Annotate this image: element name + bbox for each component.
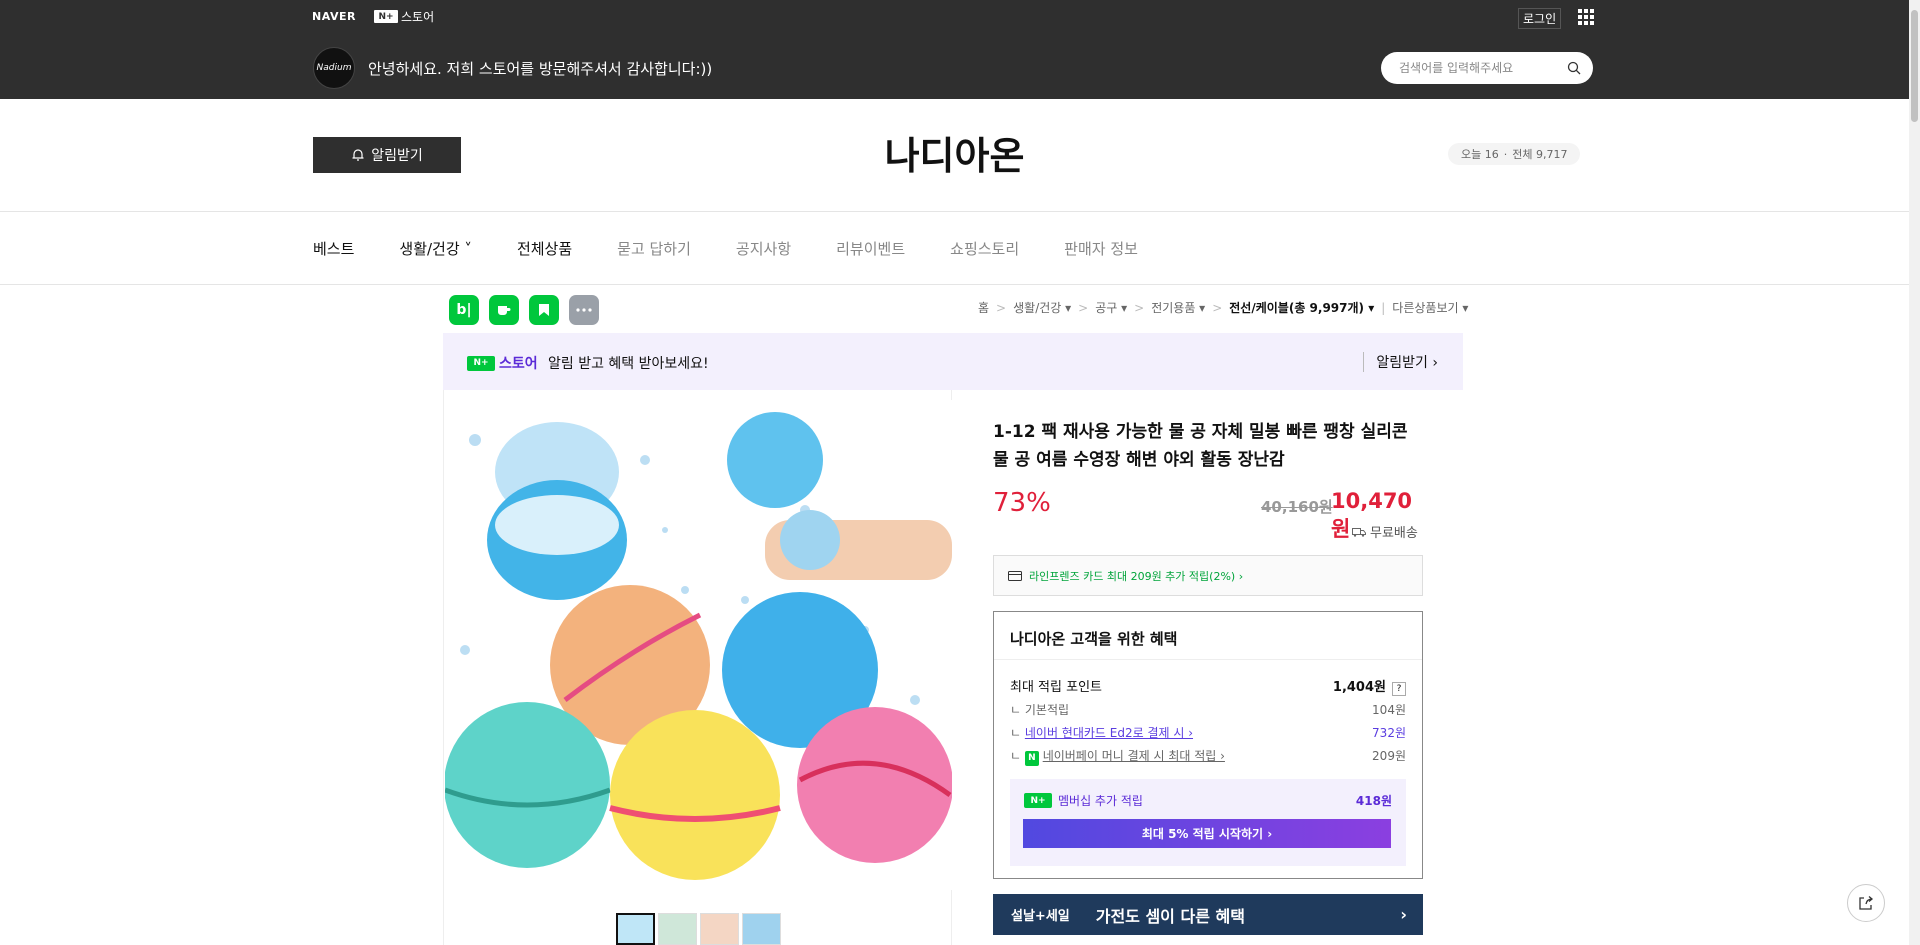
nplus-store-logo[interactable]: N+ 스토어 bbox=[374, 8, 434, 25]
customer-benefit-box: 나디아온 고객을 위한 혜택 최대 적립 포인트 1,404원? ㄴ 기본적립 … bbox=[993, 611, 1423, 879]
naver-logo[interactable]: NAVER bbox=[312, 10, 356, 23]
sale-banner[interactable]: 설날+세일 가전도 셈이 다른 혜택 › bbox=[993, 894, 1423, 935]
scrollbar-thumb[interactable] bbox=[1911, 10, 1918, 122]
page-scrollbar[interactable] bbox=[1909, 0, 1920, 945]
nav-living-health[interactable]: 생활/건강 ˅ bbox=[399, 238, 472, 259]
category-nav: 베스트 생활/건강 ˅ 전체상품 묻고 답하기 공지사항 리뷰이벤트 쇼핑스토리… bbox=[313, 238, 1183, 259]
chevron-right-icon: › bbox=[1400, 905, 1407, 924]
max-points-row: 최대 적립 포인트 1,404원? bbox=[1010, 676, 1406, 696]
card-benefit-box[interactable]: 라인프렌즈 카드 최대 209원 추가 적립(2%) › bbox=[993, 555, 1423, 596]
total-count: 전체 9,717 bbox=[1512, 148, 1568, 161]
breadcrumb-home[interactable]: 홈 bbox=[978, 299, 989, 316]
breadcrumb-category-2[interactable]: 공구 ▾ bbox=[1095, 299, 1127, 316]
promo-text: 알림 받고 혜택 받아보세요! bbox=[548, 356, 709, 372]
notify-promo-banner: N+ 스토어 알림 받고 혜택 받아보세요! 알림받기 › bbox=[443, 333, 1463, 390]
product-title: 1-12 팩 재사용 가능한 물 공 자체 밀봉 빠른 팽창 실리콘 물 공 여… bbox=[993, 422, 1408, 470]
product-image[interactable] bbox=[445, 400, 952, 890]
divider bbox=[0, 284, 1909, 285]
base-points-row: ㄴ 기본적립 104원 bbox=[1010, 703, 1406, 717]
membership-value: 418원 bbox=[1355, 794, 1392, 808]
card-icon bbox=[1008, 570, 1022, 581]
benefit-title: 나디아온 고객을 위한 혜택 bbox=[1010, 630, 1178, 648]
search-icon[interactable] bbox=[1567, 61, 1581, 75]
today-count: 오늘 16 bbox=[1461, 148, 1499, 161]
login-button[interactable]: 로그인 bbox=[1518, 8, 1562, 29]
max-points-value: 1,404원 bbox=[1332, 680, 1386, 695]
thumbnail[interactable] bbox=[742, 913, 781, 945]
membership-label-group: N+ 멤버십 추가 적립 bbox=[1024, 792, 1143, 809]
nav-seller-info[interactable]: 판매자 정보 bbox=[1064, 238, 1138, 259]
shipping-info: 무료배송 bbox=[1352, 522, 1418, 541]
product-image-area bbox=[443, 390, 952, 945]
share-button[interactable] bbox=[1847, 884, 1885, 922]
discount-rate: 73% bbox=[993, 488, 1051, 518]
npay-icon: N bbox=[1024, 750, 1039, 766]
card-benefit-text: 라인프렌즈 카드 최대 209원 추가 적립(2%) › bbox=[1029, 569, 1244, 583]
breadcrumb-category-1[interactable]: 생활/건강 ▾ bbox=[1013, 299, 1071, 316]
breadcrumb-category-3[interactable]: 전기용품 ▾ bbox=[1151, 299, 1205, 316]
hyundai-card-link[interactable]: 네이버 현대카드 Ed2로 결제 시 › bbox=[1025, 726, 1193, 740]
other-products-link[interactable]: 다른상품보기 ▾ bbox=[1392, 299, 1468, 316]
thumbnail-strip bbox=[616, 913, 781, 945]
apps-grid-icon[interactable] bbox=[1578, 9, 1594, 25]
store-avatar[interactable]: Nadium bbox=[313, 47, 355, 89]
breadcrumb-category-4[interactable]: 전선/케이블(총 9,997개) ▾ bbox=[1229, 299, 1374, 316]
card-points-row: ㄴ 네이버 현대카드 Ed2로 결제 시 › 732원 bbox=[1010, 726, 1406, 740]
share-sns: b| bbox=[449, 295, 599, 325]
cafe-share-icon[interactable] bbox=[489, 295, 519, 325]
dot-separator: · bbox=[1503, 147, 1508, 161]
store-title[interactable]: 나디아온 bbox=[0, 125, 1909, 180]
product-info: 1-12 팩 재사용 가능한 물 공 자체 밀봉 빠른 팽창 실리콘 물 공 여… bbox=[993, 418, 1423, 935]
base-points-value: 104원 bbox=[1372, 703, 1406, 717]
breadcrumb: 홈 > 생활/건강 ▾ > 공구 ▾ > 전기용품 ▾ > 전선/케이블(총 9,997… bbox=[978, 299, 1469, 316]
more-icon[interactable] bbox=[569, 295, 599, 325]
help-icon[interactable]: ? bbox=[1392, 682, 1406, 696]
nav-best[interactable]: 베스트 bbox=[313, 238, 354, 259]
nplus-store-logo: N+ 스토어 bbox=[467, 353, 538, 373]
blog-share-icon[interactable]: b| bbox=[449, 295, 479, 325]
banner-tag: 설날+세일 bbox=[1011, 909, 1070, 924]
nav-all-products[interactable]: 전체상품 bbox=[517, 238, 572, 259]
bookmark-share-icon[interactable] bbox=[529, 295, 559, 325]
shipping-label: 무료배송 bbox=[1370, 526, 1418, 541]
promo-notify-link[interactable]: 알림받기 › bbox=[1363, 352, 1438, 372]
divider bbox=[994, 659, 1422, 660]
card-points-value: 732원 bbox=[1372, 726, 1406, 740]
search-input[interactable] bbox=[1399, 59, 1549, 77]
truck-icon bbox=[1352, 527, 1366, 537]
nav-qna[interactable]: 묻고 답하기 bbox=[617, 238, 691, 259]
thumbnail[interactable] bbox=[658, 913, 697, 945]
pay-points-row: ㄴ N 네이버페이 머니 결제 시 최대 적립 › 209원 bbox=[1010, 747, 1406, 766]
nav-review-event[interactable]: 리뷰이벤트 bbox=[836, 238, 905, 259]
original-price: 40,160원 bbox=[1261, 498, 1333, 516]
nav-notice[interactable]: 공지사항 bbox=[736, 238, 791, 259]
pay-points-value: 209원 bbox=[1372, 749, 1406, 763]
search-box bbox=[1381, 52, 1593, 84]
nav-shopping-story[interactable]: 쇼핑스토리 bbox=[950, 238, 1019, 259]
divider bbox=[0, 211, 1909, 212]
visitor-count: 오늘 16 · 전체 9,717 bbox=[1448, 143, 1581, 165]
max-points-label: 최대 적립 포인트 bbox=[1010, 680, 1102, 695]
store-label: 스토어 bbox=[401, 10, 435, 24]
promo-store-label: 스토어 bbox=[499, 356, 538, 372]
membership-start-button[interactable]: 최대 5% 적립 시작하기 › bbox=[1023, 819, 1391, 848]
top-bar: NAVER N+ 스토어 로그인 Nadium 안녕하세요. 저희 스토어를 방… bbox=[0, 0, 1909, 99]
nplus-badge: N+ bbox=[467, 355, 495, 371]
nplus-badge: N+ bbox=[1024, 793, 1052, 808]
thumbnail[interactable] bbox=[616, 913, 655, 945]
banner-text: 가전도 셈이 다른 혜택 bbox=[1095, 906, 1245, 926]
membership-box: N+ 멤버십 추가 적립 418원 최대 5% 적립 시작하기 › bbox=[1010, 779, 1406, 866]
thumbnail[interactable] bbox=[700, 913, 739, 945]
nplus-badge: N+ bbox=[374, 10, 398, 23]
npay-link[interactable]: 네이버페이 머니 결제 시 최대 적립 › bbox=[1043, 749, 1225, 763]
base-points-label: 기본적립 bbox=[1024, 703, 1070, 717]
share-icon bbox=[1859, 896, 1874, 910]
welcome-message: 안녕하세요. 저희 스토어를 방문해주셔서 감사합니다:)) bbox=[368, 60, 713, 78]
membership-label: 멤버십 추가 적립 bbox=[1058, 794, 1143, 808]
